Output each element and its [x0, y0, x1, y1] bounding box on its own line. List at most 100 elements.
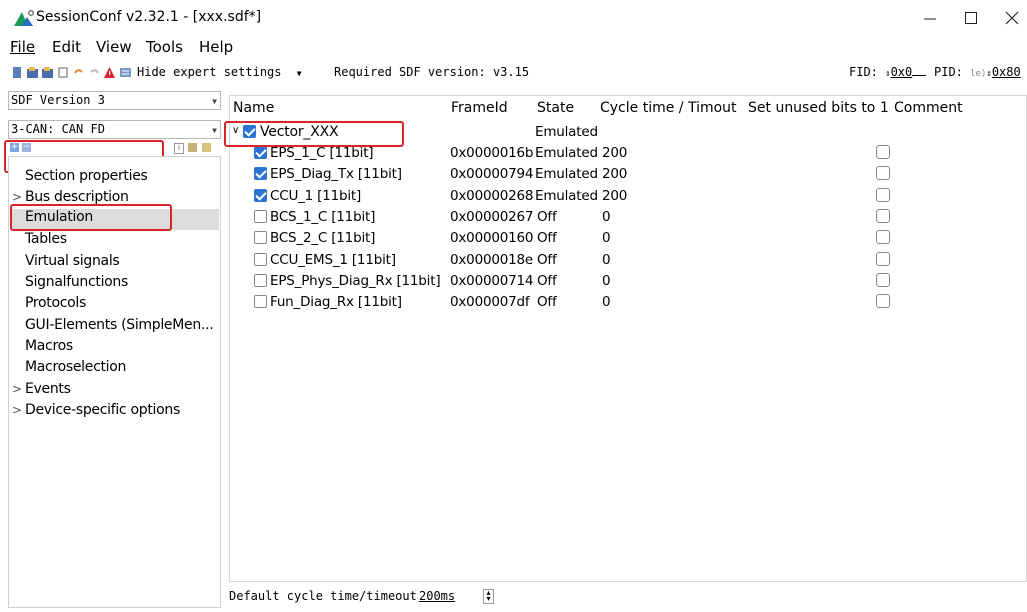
close-button[interactable]: [997, 6, 1027, 30]
fid-label: FID:: [849, 65, 878, 79]
row-cycle[interactable]: 200: [602, 188, 627, 204]
row-state[interactable]: Emulated: [535, 188, 598, 204]
new-file-icon[interactable]: [12, 67, 23, 78]
chevron-right-icon[interactable]: >: [12, 190, 22, 204]
settings-list-icon[interactable]: [120, 67, 131, 78]
row-enable-checkbox[interactable]: [254, 209, 267, 223]
row-frame-id: 0x000007df: [450, 294, 530, 311]
window-title: SessionConf v2.32.1 - [xxx.sdf*]: [36, 9, 262, 25]
maximize-button[interactable]: [956, 6, 986, 30]
nav-item-tables[interactable]: Tables: [25, 231, 67, 247]
row-unused-bits-checkbox[interactable]: [876, 230, 890, 245]
table-row[interactable]: EPS_Diag_Tx [11bit] 0x00000794 Emulated 200: [230, 164, 1026, 185]
row-unused-bits-checkbox[interactable]: [876, 166, 890, 181]
bus-combo-value: 3-CAN: CAN FD: [11, 122, 105, 136]
row-state[interactable]: Off: [537, 230, 557, 246]
info-icon[interactable]: i: [174, 143, 184, 154]
chevron-right-icon[interactable]: >: [12, 382, 22, 396]
nav-item-events[interactable]: Events: [25, 381, 71, 397]
menu-help[interactable]: Help: [199, 38, 233, 56]
row-state[interactable]: Off: [537, 252, 557, 268]
table-row[interactable]: EPS_1_C [11bit] 0x0000016b Emulated 200: [230, 143, 1026, 164]
row-state[interactable]: Off: [537, 209, 557, 225]
row-unused-bits-checkbox[interactable]: [876, 187, 890, 202]
nav-item-bus-description[interactable]: Bus description: [25, 189, 129, 205]
copy-icon[interactable]: [58, 67, 69, 78]
row-frame-id: 0x00000267: [450, 208, 534, 225]
sdf-version-combo[interactable]: SDF Version 3 ▼: [8, 91, 221, 110]
nav-item-gui-elements[interactable]: GUI-Elements (SimpleMen...: [25, 317, 214, 333]
row-cycle[interactable]: 0: [602, 230, 611, 246]
nav-item-protocols[interactable]: Protocols: [25, 295, 86, 311]
bus-combo[interactable]: 3-CAN: CAN FD ▼: [8, 120, 221, 139]
edit-icon[interactable]: [188, 143, 197, 152]
table-row[interactable]: EPS_Phys_Diag_Rx [11bit] 0x00000714 Off 0: [230, 271, 1026, 292]
col-header-unused-bits[interactable]: Set unused bits to 1: [748, 100, 889, 116]
expert-settings-dropdown[interactable]: Hide expert settings ▼: [137, 65, 302, 79]
nav-item-virtual-signals[interactable]: Virtual signals: [25, 253, 120, 269]
nav-item-macroselection[interactable]: Macroselection: [25, 359, 126, 375]
table-row[interactable]: CCU_EMS_1 [11bit] 0x0000018e Off 0: [230, 250, 1026, 271]
col-header-frame-id[interactable]: FrameId: [451, 100, 508, 116]
row-state[interactable]: Off: [537, 294, 557, 310]
note-icon[interactable]: [202, 143, 211, 152]
warning-icon[interactable]: [104, 67, 115, 78]
row-unused-bits-checkbox[interactable]: [876, 272, 890, 287]
nav-item-macros[interactable]: Macros: [25, 338, 73, 354]
nav-item-signalfunctions[interactable]: Signalfunctions: [25, 274, 128, 290]
row-unused-bits-checkbox[interactable]: [876, 145, 890, 159]
row-cycle[interactable]: 0: [602, 273, 611, 289]
redo-icon[interactable]: [89, 67, 100, 78]
default-cycle-value[interactable]: 200ms: [419, 589, 455, 603]
chevron-down-icon[interactable]: ∨: [232, 125, 239, 136]
row-enable-checkbox[interactable]: [254, 295, 267, 309]
col-header-name[interactable]: Name: [233, 100, 274, 116]
row-unused-bits-checkbox[interactable]: [876, 208, 890, 223]
row-enable-checkbox[interactable]: [254, 252, 267, 266]
row-cycle[interactable]: 200: [602, 166, 627, 182]
undo-icon[interactable]: [73, 67, 84, 78]
menu-file[interactable]: File: [10, 38, 35, 56]
row-enable-checkbox[interactable]: [254, 188, 267, 202]
row-frame-id: 0x0000018e: [450, 251, 534, 268]
table-row[interactable]: Fun_Diag_Rx [11bit] 0x000007df Off 0: [230, 292, 1026, 313]
row-enable-checkbox[interactable]: [254, 167, 267, 181]
row-state[interactable]: Emulated: [535, 145, 598, 161]
minimize-button[interactable]: [915, 6, 945, 30]
fid-field[interactable]: FID: ⇕0x0: [849, 65, 927, 79]
row-name: BCS_1_C [11bit]: [270, 208, 376, 225]
root-checkbox[interactable]: [243, 125, 256, 138]
row-cycle[interactable]: 0: [602, 252, 611, 268]
row-name: BCS_2_C [11bit]: [270, 230, 376, 247]
nav-item-section-properties[interactable]: Section properties: [25, 168, 148, 184]
row-cycle[interactable]: 0: [602, 209, 611, 225]
spinner-icon[interactable]: ▴ ▾: [483, 589, 494, 604]
tree-root-row[interactable]: ∨ Vector_XXX Emulated: [230, 122, 1026, 143]
save-file-icon[interactable]: [42, 67, 53, 78]
col-header-state[interactable]: State: [537, 100, 574, 116]
add-bus-icon[interactable]: +: [10, 143, 19, 152]
row-enable-checkbox[interactable]: [254, 273, 267, 287]
nav-item-device-specific-options[interactable]: Device-specific options: [25, 402, 180, 418]
row-state[interactable]: Emulated: [535, 166, 598, 182]
row-enable-checkbox[interactable]: [254, 146, 267, 159]
row-enable-checkbox[interactable]: [254, 231, 267, 245]
remove-bus-icon[interactable]: −: [22, 143, 31, 152]
menu-view[interactable]: View: [96, 38, 132, 56]
row-cycle[interactable]: 200: [602, 145, 627, 161]
col-header-cycle[interactable]: Cycle time / Timout: [600, 100, 737, 116]
chevron-right-icon[interactable]: >: [12, 403, 22, 417]
col-header-comment[interactable]: Comment: [894, 100, 963, 116]
table-row[interactable]: BCS_2_C [11bit] 0x00000160 Off 0: [230, 228, 1026, 249]
nav-item-emulation[interactable]: Emulation: [10, 209, 219, 230]
menu-edit[interactable]: Edit: [52, 38, 81, 56]
row-unused-bits-checkbox[interactable]: [876, 294, 890, 309]
table-row[interactable]: CCU_1 [11bit] 0x00000268 Emulated 200: [230, 186, 1026, 207]
open-file-icon[interactable]: [27, 67, 38, 78]
pid-field[interactable]: PID: le)⇕0x80: [934, 65, 1021, 79]
menu-tools[interactable]: Tools: [146, 38, 183, 56]
row-unused-bits-checkbox[interactable]: [876, 251, 890, 266]
table-row[interactable]: BCS_1_C [11bit] 0x00000267 Off 0: [230, 207, 1026, 228]
row-cycle[interactable]: 0: [602, 294, 611, 310]
row-state[interactable]: Off: [537, 273, 557, 289]
